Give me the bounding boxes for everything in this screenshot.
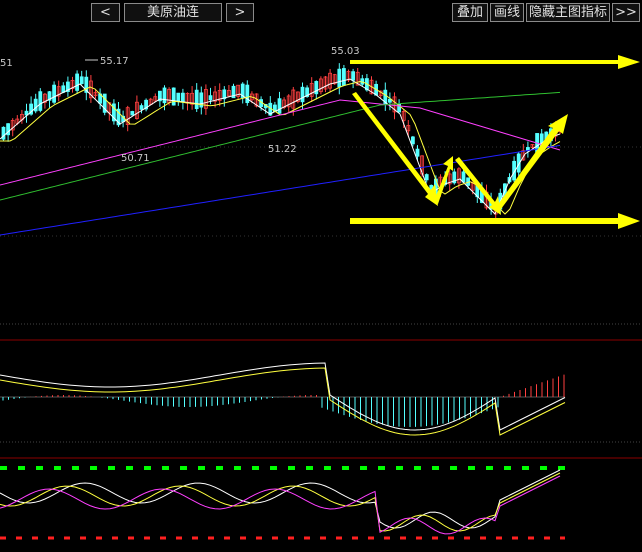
candle-body	[176, 92, 181, 102]
more-button[interactable]: >>	[612, 3, 640, 22]
candle-body	[75, 73, 79, 91]
candle-body	[461, 171, 466, 183]
candle-body	[194, 89, 199, 110]
candle-body	[300, 86, 305, 103]
candle-body	[424, 174, 429, 181]
price-label-high-2: 55.03	[331, 46, 360, 57]
candle-body	[351, 71, 356, 81]
price-label-high-1: 55.17	[100, 56, 129, 67]
candle-body	[171, 87, 176, 106]
candle-body	[130, 111, 135, 116]
next-symbol-button[interactable]: >	[226, 3, 254, 22]
arrow-bottom-right	[350, 213, 640, 229]
candle-body	[410, 136, 415, 145]
candle-body	[79, 76, 84, 84]
candle-body	[38, 91, 43, 111]
symbol-name-field[interactable]: 美原油连	[124, 3, 222, 22]
candle-body	[208, 95, 213, 101]
kdj-panel	[0, 466, 565, 540]
arrow-up-2	[494, 114, 568, 213]
candle-body	[139, 105, 144, 110]
candle-body	[162, 87, 167, 104]
candle-body	[415, 148, 420, 157]
annotation-arrows	[350, 55, 640, 229]
macd-dea-line	[0, 367, 566, 436]
candle-body	[337, 68, 342, 88]
kdj-line	[0, 469, 561, 529]
candle-body	[180, 92, 185, 103]
candle-body	[52, 84, 56, 103]
price-label-left: 51	[0, 58, 13, 69]
prev-symbol-button[interactable]: <	[91, 3, 120, 22]
hide-indicator-button[interactable]: 隐藏主图指标	[526, 3, 610, 22]
macd-panel	[0, 362, 566, 436]
price-label-low-2: 51.22	[268, 144, 297, 155]
arrow-down-2	[455, 157, 501, 215]
draw-line-button[interactable]: 画线	[490, 3, 524, 22]
arrow-top-right	[350, 55, 640, 69]
price-label-low-1: 50.71	[121, 153, 150, 164]
kdj-line	[0, 475, 561, 535]
candle-body	[277, 98, 282, 114]
kdj-line	[0, 472, 561, 532]
kline-chart[interactable]: 51 55.17 50.71 55.03 51.22	[0, 26, 642, 552]
chart-toolbar: < 美原油连 > 叠加 画线 隐藏主图指标 >>	[0, 0, 642, 26]
candle-body	[341, 68, 346, 86]
overlay-button[interactable]: 叠加	[452, 3, 488, 22]
